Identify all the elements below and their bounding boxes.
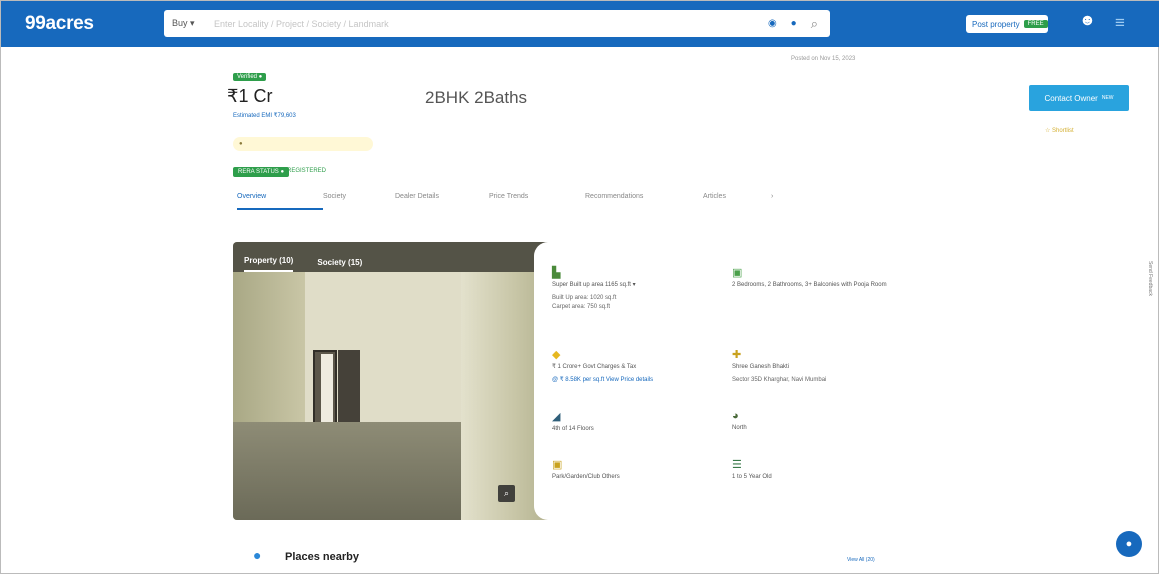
tabs-next-arrow[interactable]: › (771, 189, 785, 210)
free-badge: FREE (1023, 20, 1048, 28)
property-details-card: ▙ Super Built up area 1165 sq.ft ▾ Built… (534, 242, 894, 520)
detail-facing: ◕ North (732, 410, 892, 433)
account-icon[interactable]: ☻ (1079, 12, 1096, 30)
zoom-icon[interactable]: ⌕ (498, 485, 515, 502)
tab-dealer-details[interactable]: Dealer Details (395, 189, 489, 210)
post-property-label: Post property (972, 19, 1020, 29)
detail-area-sub: Built Up area: 1020 sq.ft Carpet area: 7… (552, 295, 617, 310)
top-navigation-bar: 99acres Buy ▾ Enter Locality / Project /… (1, 1, 1159, 47)
detail-config-value: 2 Bedrooms, 2 Bathrooms, 3+ Balconies wi… (732, 282, 887, 288)
price-highlight-chip: ● (233, 137, 373, 151)
location-icon[interactable]: ◉ (768, 18, 777, 29)
area-icon: ▙ (552, 267, 561, 279)
section-tabs: Overview Society Dealer Details Price Tr… (237, 189, 785, 210)
contact-owner-button[interactable]: Contact Owner NEW (1029, 85, 1129, 111)
posted-info: Posted on Nov 15, 2023 (791, 56, 856, 62)
price-icon: ◆ (552, 349, 561, 361)
detail-area: ▙ Super Built up area 1165 sq.ft ▾ Built… (552, 266, 712, 312)
search-bar[interactable]: Buy ▾ Enter Locality / Project / Society… (164, 10, 830, 37)
detail-price-value: ₹ 1 Crore+ Govt Charges & Tax (552, 364, 637, 370)
detail-address-value: Shree Ganesh Bhakti (732, 364, 790, 370)
new-badge: NEW (1101, 95, 1114, 101)
logo[interactable]: 99acres (25, 13, 94, 35)
photo-door-panel (321, 354, 333, 424)
age-icon: ☰ (732, 459, 742, 471)
shortlist-button[interactable]: ☆ Shortlist (1045, 127, 1074, 134)
chat-icon[interactable]: ● (1116, 531, 1142, 557)
emi-link[interactable]: Estimated EMI ₹79,603 (233, 112, 296, 119)
detail-config: ▣ 2 Bedrooms, 2 Bathrooms, 3+ Balconies … (732, 266, 892, 290)
menu-icon[interactable]: ≡ (1115, 13, 1125, 33)
address-icon: ✚ (732, 349, 742, 361)
contact-owner-label: Contact Owner (1044, 93, 1098, 103)
view-all-link[interactable]: View All (20) (847, 557, 875, 563)
detail-overlooking-value: Park/Garden/Club Others (552, 474, 620, 480)
microphone-icon[interactable]: ● (791, 18, 797, 29)
send-feedback-tab[interactable]: Send Feedback (1147, 261, 1153, 296)
search-input[interactable]: Enter Locality / Project / Society / Lan… (214, 19, 768, 29)
detail-age-value: 1 to 5 Year Old (732, 474, 772, 480)
detail-price-sub[interactable]: @ ₹ 8.58K per sq.ft View Price details (552, 376, 712, 385)
detail-age: ☰ 1 to 5 Year Old (732, 458, 892, 482)
tab-overview[interactable]: Overview (237, 189, 323, 210)
overlooking-icon: ▣ (552, 459, 563, 471)
detail-address: ✚ Shree Ganesh Bhakti Sector 35D Khargha… (732, 348, 892, 385)
price: ₹1 Cr (227, 86, 273, 106)
post-property-button[interactable]: Post property FREE (966, 15, 1048, 33)
facing-icon: ◕ (732, 410, 739, 422)
photo-floor (233, 422, 473, 520)
detail-overlooking: ▣ Park/Garden/Club Others (552, 458, 712, 482)
config-title: 2BHK 2Baths (425, 88, 528, 107)
detail-address-sub: Sector 35D Kharghar, Navi Mumbai (732, 377, 827, 383)
detail-facing-value: North (732, 425, 747, 431)
detail-floor-value: 4th of 14 Floors (552, 426, 594, 432)
tab-price-trends[interactable]: Price Trends (489, 189, 585, 210)
tab-articles[interactable]: Articles (703, 189, 771, 210)
tab-recommendations[interactable]: Recommendations (585, 189, 703, 210)
photo-tab-society[interactable]: Society (15) (317, 258, 362, 272)
tab-society[interactable]: Society (323, 189, 395, 210)
rera-status-badge[interactable]: RERA STATUS ● (233, 167, 290, 177)
rera-registered: REGISTERED (287, 168, 327, 174)
photo-tab-property[interactable]: Property (10) (244, 256, 294, 272)
buy-dropdown[interactable]: Buy ▾ (172, 18, 202, 29)
photo-tabs: Property (10) Society (15) (233, 242, 553, 272)
detail-price: ◆ ₹ 1 Crore+ Govt Charges & Tax @ ₹ 8.58… (552, 348, 712, 385)
search-icon[interactable]: ⌕ (811, 16, 818, 32)
property-photo-gallery[interactable]: Property (10) Society (15) ⌕ (233, 242, 553, 520)
config-icon: ▣ (732, 267, 743, 279)
places-nearby-title: Places nearby (285, 551, 359, 563)
detail-floor: ◢ 4th of 14 Floors (552, 410, 712, 434)
verified-badge: Verified ● (233, 73, 267, 81)
photo-doorway (338, 350, 360, 426)
location-pin-icon: ● (253, 547, 262, 563)
detail-area-value[interactable]: Super Built up area 1165 sq.ft ▾ (552, 281, 712, 290)
bulb-icon: ● (239, 141, 243, 147)
floor-icon: ◢ (552, 411, 561, 423)
